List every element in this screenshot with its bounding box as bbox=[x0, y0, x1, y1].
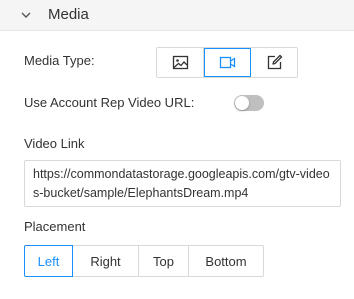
section-title: Media bbox=[48, 6, 89, 23]
placement-bottom-button[interactable]: Bottom bbox=[188, 245, 264, 277]
placement-label: Placement bbox=[24, 219, 86, 234]
media-type-image-button[interactable] bbox=[157, 48, 204, 77]
image-icon bbox=[172, 55, 188, 70]
account-rep-video-label: Use Account Rep Video URL: bbox=[24, 95, 195, 110]
account-rep-video-toggle[interactable] bbox=[234, 95, 264, 111]
placement-selector: Left Right Top Bottom bbox=[24, 245, 264, 277]
placement-left-button[interactable]: Left bbox=[24, 245, 73, 277]
video-icon bbox=[219, 56, 235, 69]
media-type-video-button[interactable] bbox=[204, 48, 251, 77]
video-link-label: Video Link bbox=[24, 136, 85, 151]
placement-top-button[interactable]: Top bbox=[138, 245, 189, 277]
media-panel: Media Media Type: Use Account Rep Video … bbox=[0, 0, 354, 299]
toggle-knob bbox=[235, 96, 249, 110]
media-type-label: Media Type: bbox=[24, 53, 95, 68]
video-link-field[interactable]: https://commondatastorage.googleapis.com… bbox=[24, 160, 341, 207]
section-header-media[interactable]: Media bbox=[0, 0, 354, 31]
placement-right-button[interactable]: Right bbox=[72, 245, 139, 277]
chevron-down-icon[interactable] bbox=[20, 9, 32, 21]
media-type-edit-button[interactable] bbox=[251, 48, 297, 77]
edit-icon bbox=[267, 54, 282, 70]
media-type-selector bbox=[156, 47, 298, 78]
